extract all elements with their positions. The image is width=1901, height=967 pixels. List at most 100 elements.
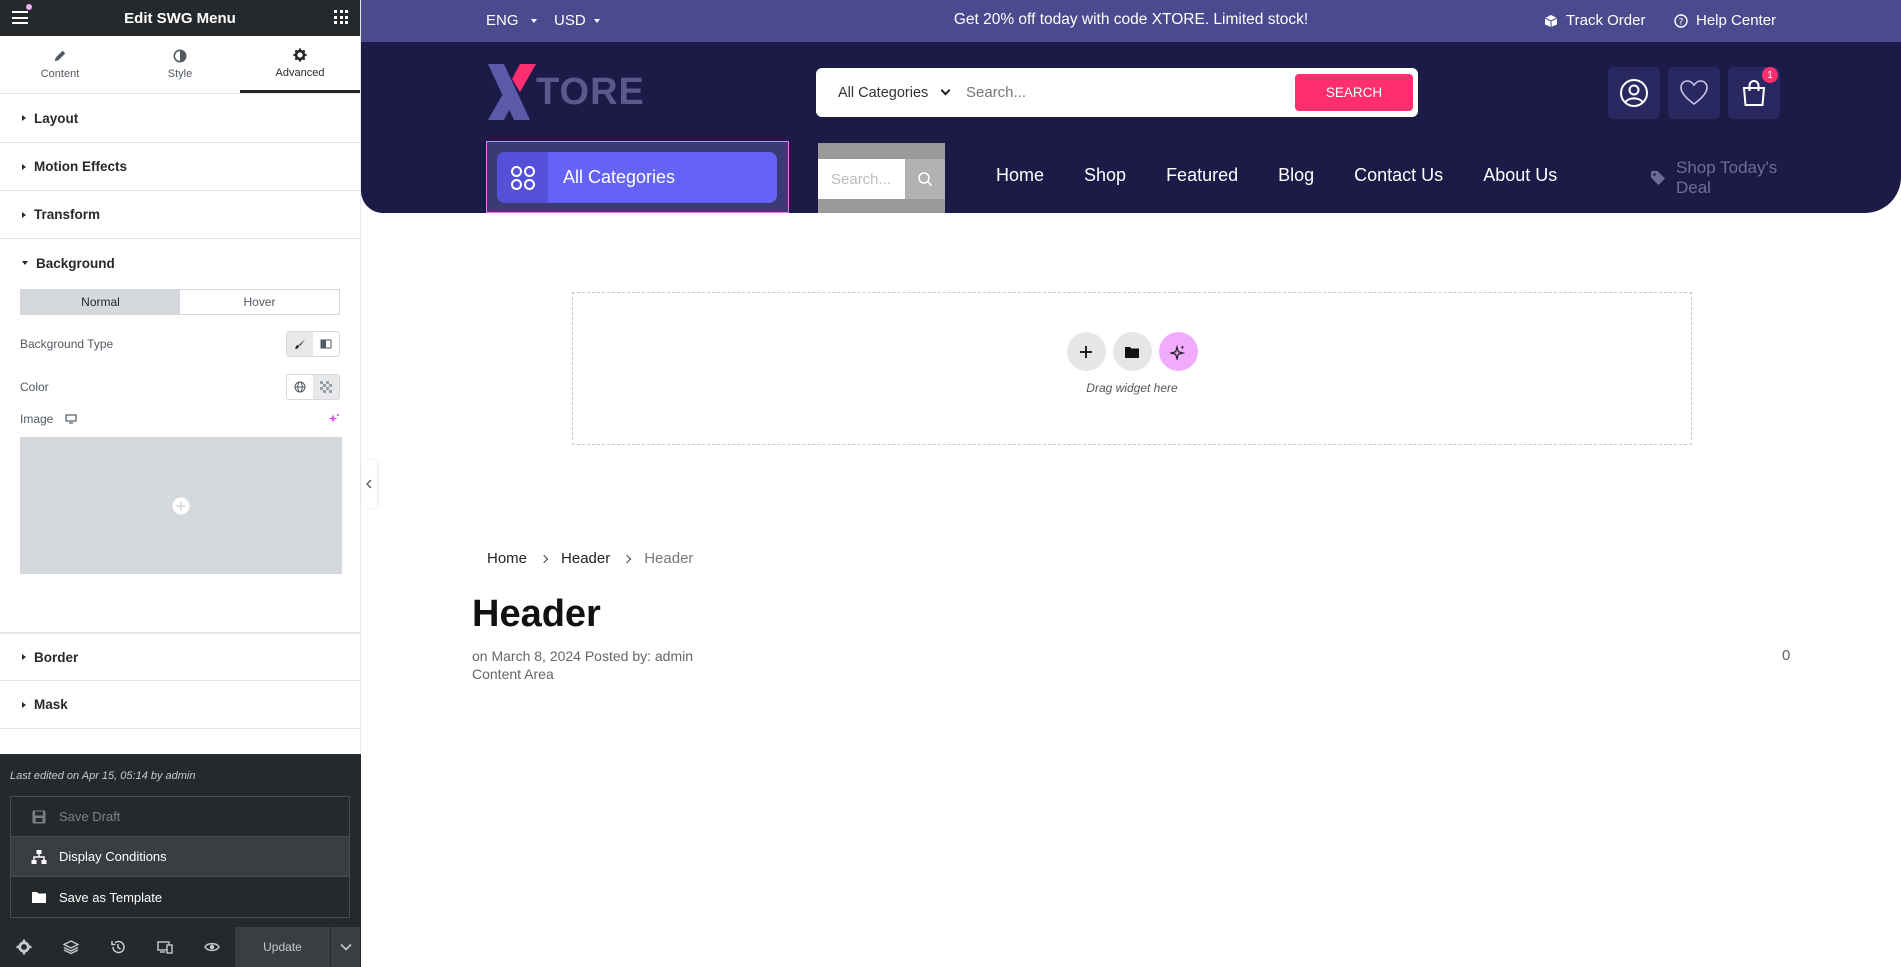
wishlist-button[interactable]	[1668, 67, 1720, 119]
update-options-button[interactable]	[330, 927, 360, 967]
tab-content-label: Content	[40, 68, 80, 80]
color-controls	[286, 374, 340, 400]
content-area-label: Content Area	[472, 666, 554, 682]
save-draft-label: Save Draft	[59, 809, 121, 824]
image-upload-box[interactable]	[20, 437, 342, 574]
notification-dot	[26, 4, 32, 10]
user-icon	[1620, 79, 1648, 107]
state-hover-tab[interactable]: Hover	[180, 290, 339, 314]
post-meta-line: on March 8, 2024 Posted by: admin	[472, 648, 694, 664]
section-motion-label: Motion Effects	[34, 159, 127, 174]
settings-button[interactable]	[0, 927, 47, 967]
save-as-template-item[interactable]: Save as Template	[11, 877, 349, 917]
caret-down-icon	[530, 18, 537, 23]
folder-icon	[1125, 346, 1139, 358]
track-order-link[interactable]: Track Order	[1544, 12, 1645, 29]
drop-zone-hint: Drag widget here	[1086, 381, 1178, 395]
nav-shop[interactable]: Shop	[1084, 165, 1126, 186]
nav-blog[interactable]: Blog	[1278, 165, 1314, 186]
responsive-button[interactable]	[141, 927, 188, 967]
display-conditions-item[interactable]: Display Conditions	[11, 837, 349, 877]
search-input[interactable]	[966, 72, 1295, 113]
save-draft-item[interactable]: Save Draft	[11, 797, 349, 837]
main-navigation: Home Shop Featured Blog Contact Us About…	[996, 165, 1557, 186]
drop-zone-actions	[1066, 332, 1198, 371]
widget-drop-zone[interactable]: Drag widget here	[572, 292, 1692, 445]
editor-title: Edit SWG Menu	[124, 9, 236, 27]
deal-line-1: Shop Today's	[1676, 158, 1778, 177]
navigator-button[interactable]	[47, 927, 94, 967]
add-template-button[interactable]	[1112, 332, 1152, 371]
add-circle-icon	[172, 497, 190, 514]
categories-icon-box	[497, 152, 548, 203]
section-mask[interactable]: Mask	[0, 681, 360, 729]
background-type-row: Background Type	[20, 331, 340, 357]
section-layout[interactable]: Layout	[0, 94, 360, 143]
cart-button[interactable]: 1	[1728, 67, 1780, 119]
search-icon	[918, 172, 933, 187]
ai-generate-button[interactable]	[1158, 332, 1198, 371]
history-button[interactable]	[94, 927, 141, 967]
mini-search-input[interactable]	[818, 159, 905, 199]
eye-icon	[203, 942, 220, 952]
ai-sparkle-icon[interactable]	[328, 413, 340, 425]
preview-button[interactable]	[188, 927, 235, 967]
nav-featured[interactable]: Featured	[1166, 165, 1238, 186]
gear-icon	[293, 47, 307, 62]
display-conditions-label: Display Conditions	[59, 849, 167, 864]
gradient-icon[interactable]	[313, 332, 339, 356]
section-border[interactable]: Border	[0, 633, 360, 681]
shop-todays-deal-link[interactable]: Shop Today's Deal	[1650, 158, 1777, 198]
editor-panel: Edit SWG Menu Content Style Advanced Lay…	[0, 0, 361, 967]
tab-content[interactable]: Content	[0, 36, 120, 93]
floppy-disk-icon	[32, 810, 46, 823]
currency-select[interactable]: USD	[554, 12, 600, 29]
search-button[interactable]: SEARCH	[1295, 74, 1413, 111]
update-button[interactable]: Update	[235, 927, 330, 967]
section-transform[interactable]: Transform	[0, 191, 360, 239]
nav-about-us[interactable]: About Us	[1483, 165, 1557, 186]
category-select[interactable]: All Categories	[816, 85, 966, 101]
deal-line-2: Deal	[1676, 178, 1711, 197]
account-button[interactable]	[1608, 67, 1660, 119]
caret-right-icon	[22, 115, 26, 121]
widgets-grid-icon[interactable]	[334, 10, 348, 24]
state-normal-tab[interactable]: Normal	[21, 290, 180, 314]
globe-icon[interactable]	[287, 375, 313, 399]
category-select-value: All Categories	[838, 84, 929, 101]
add-section-button[interactable]	[1066, 332, 1106, 371]
caret-right-icon	[22, 163, 26, 170]
section-motion-effects[interactable]: Motion Effects	[0, 143, 360, 191]
mini-search-widget	[818, 143, 945, 213]
site-header: Get 20% off today with code XTORE. Limit…	[361, 0, 1901, 213]
brush-icon[interactable]	[287, 332, 313, 356]
tab-advanced[interactable]: Advanced	[240, 36, 360, 93]
logo-x-mark	[488, 64, 536, 120]
help-center-link[interactable]: ? Help Center	[1674, 12, 1776, 29]
site-logo[interactable]: TORE	[486, 62, 645, 122]
caret-right-icon	[22, 654, 26, 660]
section-background[interactable]: Background	[0, 239, 360, 287]
contrast-icon	[173, 49, 187, 63]
page-title: Header	[472, 593, 601, 635]
shopping-bag-icon	[1742, 80, 1766, 106]
all-categories-button[interactable]: All Categories	[497, 152, 777, 203]
help-circle-icon: ?	[1674, 13, 1688, 28]
comment-count[interactable]: 0	[1782, 647, 1790, 664]
desktop-icon[interactable]	[65, 414, 77, 424]
track-order-label: Track Order	[1566, 12, 1646, 29]
nav-contact-us[interactable]: Contact Us	[1354, 165, 1443, 186]
breadcrumb-home[interactable]: Home	[487, 550, 527, 567]
mini-search-button[interactable]	[905, 159, 945, 199]
color-picker-swatch[interactable]	[313, 375, 339, 399]
save-options-menu: Save Draft Display Conditions Save as Te…	[10, 796, 350, 918]
language-select[interactable]: ENG	[486, 12, 537, 29]
image-label: Image	[20, 412, 54, 426]
collapse-panel-button[interactable]	[361, 460, 377, 508]
tab-style[interactable]: Style	[120, 36, 240, 93]
tab-advanced-label: Advanced	[275, 66, 325, 79]
breadcrumb-parent[interactable]: Header	[561, 550, 610, 567]
heart-icon	[1680, 80, 1708, 105]
nav-home[interactable]: Home	[996, 165, 1044, 186]
menu-icon[interactable]	[12, 11, 28, 24]
